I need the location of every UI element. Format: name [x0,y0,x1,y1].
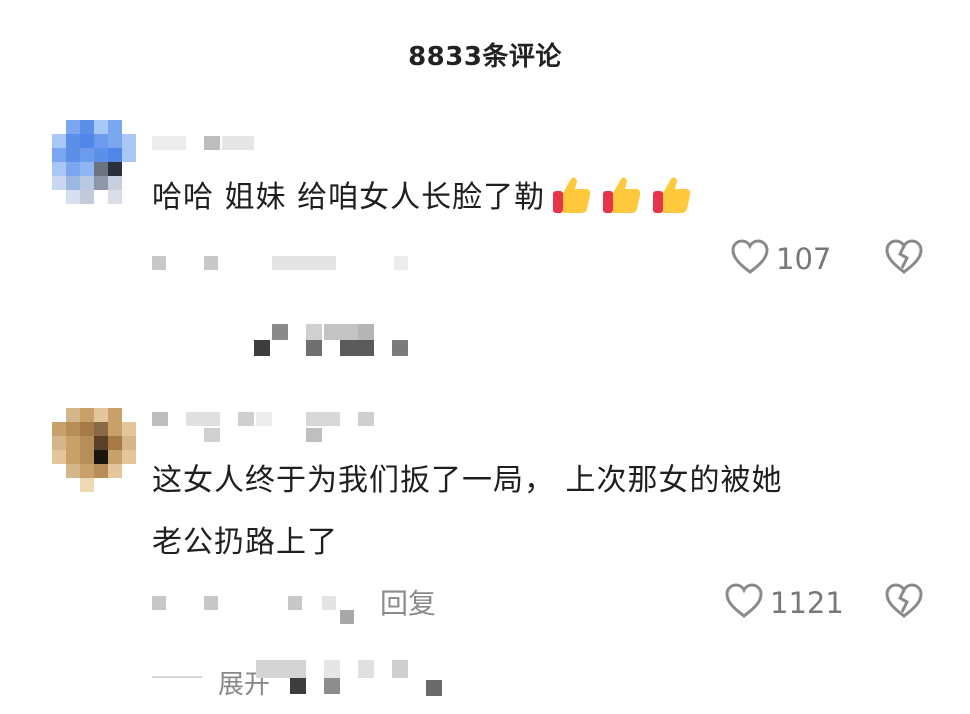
username[interactable] [152,408,382,448]
like-count: 107 [776,242,832,276]
comment-text: 这女人终于为我们扳了一局， 上次那女的被她 老公扔路上了 [152,453,783,571]
like-count: 1121 [770,586,844,620]
thumbs-up-icon [549,171,595,217]
page-title: 8833条评论 [408,42,562,72]
comment-body: 哈哈 姐妹 给咱女人长脸了勒 [152,180,546,215]
view-replies[interactable] [236,318,446,362]
like-button[interactable]: 1121 [724,582,844,624]
reply-button[interactable]: 回复 [380,582,436,622]
thumbs-up-icon [599,171,645,217]
expand-replies-count[interactable] [256,660,456,704]
comment-meta [152,256,412,286]
comment-line: 老公扔路上了 [152,525,338,560]
heart-icon [724,582,764,624]
comment-meta [152,596,412,626]
dislike-button[interactable] [884,582,924,624]
avatar[interactable] [52,120,136,204]
comment-line: 这女人终于为我们扳了一局， 上次那女的被她 [152,463,783,498]
comment-text: 哈哈 姐妹 给咱女人长脸了勒 [152,170,695,226]
heart-icon [730,238,770,280]
thumbs-up-icon [649,171,695,217]
divider [152,676,202,678]
like-button[interactable]: 107 [730,238,831,280]
username[interactable] [152,136,262,158]
broken-heart-icon [884,583,924,624]
avatar[interactable] [52,408,136,492]
broken-heart-icon [884,239,924,280]
dislike-button[interactable] [884,238,924,280]
